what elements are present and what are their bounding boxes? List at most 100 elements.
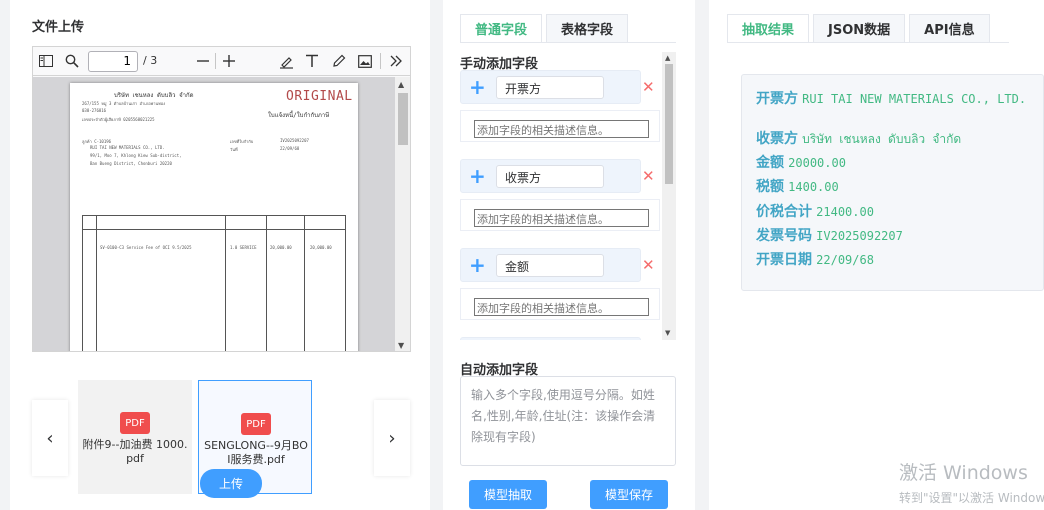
result-key: 金额	[756, 155, 784, 171]
result-row: 税额 1400.00	[756, 179, 1041, 196]
file-card[interactable]: PDF 附件9--加油费 1000.pdf	[78, 380, 192, 494]
field-name-input[interactable]: 收票方	[496, 165, 604, 188]
invoice-no-value: IV2025092207	[280, 138, 309, 143]
file-name: SENGLONG--9月BOI服务费.pdf	[204, 439, 308, 466]
table-rule	[266, 215, 267, 351]
result-key: 发票号码	[756, 228, 812, 244]
pdf-page: บริษัท เชนหลง ดับบลิว จำกัด ORIGINAL 267…	[70, 83, 358, 351]
watermark-subtitle: 转到"设置"以激活 Windows	[899, 491, 1044, 505]
close-icon[interactable]: ✕	[642, 167, 655, 185]
field-desc-wrapper: 添加字段的相关描述信息。	[460, 288, 660, 320]
result-panel: 抽取结果 JSON数据 API信息 开票方 RUI TAI NEW MATERI…	[709, 0, 1044, 510]
invoice-header-thai: บริษัท เชนหลง ดับบลิว จำกัด	[114, 92, 194, 99]
upload-button[interactable]: 上传	[200, 469, 262, 498]
tabs-divider	[460, 42, 676, 43]
invoice-row-price: 20,000.00	[270, 245, 292, 250]
result-value: IV2025092207	[816, 229, 903, 243]
pdf-scrollbar[interactable]: ▲ ▼	[395, 77, 410, 351]
table-rule	[82, 215, 83, 351]
result-key: 价税合计	[756, 204, 812, 220]
more-tools-icon[interactable]	[387, 52, 405, 70]
field-row: + 开票方	[460, 70, 641, 104]
draw-icon[interactable]	[330, 52, 348, 70]
chevron-right-icon[interactable]: ›	[374, 400, 410, 476]
page-number-input[interactable]: 1	[88, 51, 138, 72]
table-rule	[304, 215, 305, 351]
page-total: / 3	[143, 54, 158, 67]
scroll-up-icon[interactable]: ▲	[398, 80, 404, 89]
zoom-in-icon[interactable]	[220, 52, 238, 70]
search-icon[interactable]	[63, 52, 81, 70]
field-desc-wrapper: 添加字段的相关描述信息。	[460, 110, 660, 142]
zoom-out-icon[interactable]	[194, 52, 212, 70]
result-row: 开票日期 22/09/68	[756, 252, 1041, 269]
result-row: 发票号码 IV2025092207	[756, 228, 1041, 245]
field-row	[460, 337, 641, 340]
toolbar-separator	[215, 53, 216, 69]
tab-table-fields[interactable]: 表格字段	[546, 14, 629, 42]
text-icon[interactable]	[303, 52, 321, 70]
field-list-scrollbar[interactable]: ▲ ▼	[662, 52, 676, 340]
scroll-down-icon[interactable]: ▼	[665, 329, 670, 337]
result-value: 21400.00	[816, 205, 874, 219]
field-list: + 开票方 ✕ 添加字段的相关描述信息。 + 收票方 ✕ 添加字段的相关描述信息…	[460, 70, 662, 340]
pdf-viewer: 1 / 3 บริษัท เชนหลง ดับบลิว จำกัด ORIGIN…	[32, 46, 411, 352]
pdf-canvas[interactable]: บริษัท เชนหลง ดับบลิว จำกัด ORIGINAL 267…	[33, 77, 395, 351]
field-desc-input[interactable]: 添加字段的相关描述信息。	[474, 298, 649, 316]
field-desc-input[interactable]: 添加字段的相关描述信息。	[474, 120, 649, 138]
file-name: 附件9--加油费 1000.pdf	[82, 438, 188, 465]
windows-activation-watermark: 激活 Windows 转到"设置"以激活 Windows	[899, 458, 1044, 506]
field-item: + 收票方 ✕ 添加字段的相关描述信息。	[460, 159, 662, 249]
sidebar-toggle-icon[interactable]	[37, 52, 55, 70]
scroll-down-icon[interactable]: ▼	[398, 341, 404, 350]
plus-icon[interactable]: +	[469, 253, 486, 277]
invoice-phone: 038-276816	[82, 108, 107, 113]
result-key: 开票方	[756, 91, 798, 107]
field-desc-input[interactable]: 添加字段的相关描述信息。	[474, 209, 649, 227]
scroll-thumb[interactable]	[398, 93, 408, 145]
plus-icon[interactable]: +	[469, 75, 486, 99]
extract-result-box: 开票方 RUI TAI NEW MATERIALS CO., LTD. 收票方 …	[741, 74, 1044, 291]
invoice-taxid: เลขประจำตัวผู้เสียภาษี 0205568021225	[82, 117, 155, 122]
result-value: 1400.00	[788, 180, 839, 194]
pdf-file-icon: PDF	[120, 412, 150, 434]
toolbar-separator	[380, 53, 381, 69]
result-value: บริษัท เชนหลง ดับบลิว จำกัด	[802, 132, 962, 146]
plus-icon[interactable]: +	[469, 164, 486, 188]
field-name-input[interactable]: 金额	[496, 254, 604, 277]
invoice-customer-label: ลูกค้า C-10196	[82, 139, 112, 144]
file-carousel: ‹ PDF 附件9--加油费 1000.pdf PDF SENGLONG--9月…	[32, 380, 411, 498]
model-save-button[interactable]: 模型保存	[590, 480, 668, 509]
tab-json-data[interactable]: JSON数据	[813, 14, 906, 42]
invoice-row-amount: 20,000.00	[310, 245, 332, 250]
highlight-icon[interactable]	[277, 52, 295, 70]
original-stamp: ORIGINAL	[286, 89, 353, 104]
tab-extract-result[interactable]: 抽取结果	[727, 14, 810, 42]
auto-fields-textarea[interactable]: 输入多个字段,使用逗号分隔。如姓名,性别,年龄,住址(注：该操作会清除现有字段)	[460, 376, 676, 466]
field-row: + 收票方	[460, 159, 641, 193]
invoice-date-label: วันที่	[230, 147, 238, 152]
model-extract-button[interactable]: 模型抽取	[469, 480, 547, 509]
invoice-doc-title: ใบแจ้งหนี้/ใบกำกับภาษี	[268, 112, 330, 119]
field-item: + 开票方 ✕ 添加字段的相关描述信息。	[460, 70, 662, 160]
result-row: 收票方 บริษัท เชนหลง ดับบลิว จำกัด	[756, 131, 1041, 148]
field-item: + 金额 ✕ 添加字段的相关描述信息。	[460, 248, 662, 338]
field-name-input[interactable]: 开票方	[496, 76, 604, 99]
result-row: 开票方 RUI TAI NEW MATERIALS CO., LTD.	[756, 91, 1041, 108]
tab-api-info[interactable]: API信息	[909, 14, 990, 42]
result-key: 开票日期	[756, 252, 812, 268]
image-icon[interactable]	[356, 52, 374, 70]
invoice-date-value: 22/09/68	[280, 146, 300, 151]
close-icon[interactable]: ✕	[642, 78, 655, 96]
scroll-up-icon[interactable]: ▲	[665, 54, 670, 62]
field-type-tabs: 普通字段 表格字段	[460, 14, 632, 42]
invoice-customer-district: Ban Bueng District, Chonburi 20220	[90, 161, 172, 166]
result-row: 价税合计 21400.00	[756, 204, 1041, 221]
field-row: + 金额	[460, 248, 641, 282]
tab-normal-fields[interactable]: 普通字段	[460, 14, 543, 42]
scroll-thumb[interactable]	[665, 64, 673, 184]
invoice-customer-address: 99/1, Moo 7, Khlong Kiew Sub-district,	[90, 153, 182, 158]
close-icon[interactable]: ✕	[642, 256, 655, 274]
table-rule	[82, 229, 346, 230]
chevron-left-icon[interactable]: ‹	[32, 400, 68, 476]
